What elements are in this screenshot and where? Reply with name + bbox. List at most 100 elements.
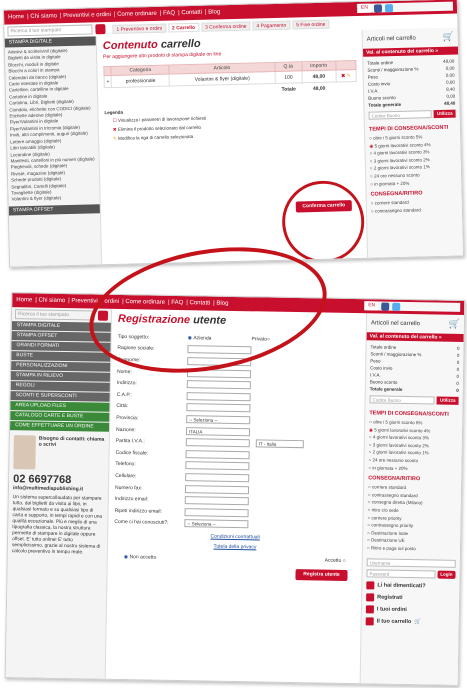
sidebar-item[interactable]: BUSTE [11, 351, 111, 362]
orders-link[interactable]: I tuoi ordini [377, 606, 407, 613]
step-2[interactable]: 2 Carrello [167, 22, 200, 33]
forgot-link[interactable]: Li hai dimenticati? [377, 582, 425, 589]
cart-icon[interactable]: 🛒 [442, 32, 453, 43]
text-field[interactable] [187, 357, 252, 367]
text-field[interactable] [187, 345, 252, 355]
field-label: Cellulare: [115, 472, 137, 480]
text-field[interactable] [184, 507, 249, 517]
search-button[interactable] [97, 310, 109, 321]
sidebar-item[interactable]: SCONTI E SUPERSCONTI [10, 391, 110, 402]
username-input[interactable]: Username [366, 557, 456, 568]
coupon-button[interactable]: Utilizza [436, 396, 459, 405]
text-field[interactable] [186, 368, 252, 378]
cart-summary: Articoli nel carrello 🛒 Val. al contenuto… [359, 313, 465, 685]
sidebar-item[interactable]: Volantini & flyer (digitale) [11, 195, 99, 204]
search-input[interactable]: Ricerca il tuo stampato [14, 309, 96, 321]
twitter-icon[interactable] [384, 3, 394, 12]
legend: Legenda ☐ Visualizza i parametri di lavo… [104, 103, 358, 141]
nav-home[interactable]: Home [16, 297, 32, 303]
nav-blog[interactable]: Blog [216, 301, 228, 307]
coupon-input[interactable]: Codice Buono [368, 110, 433, 120]
summary-value: 0 [456, 380, 459, 386]
step-1[interactable]: 1 Preventivo e ordini [112, 23, 167, 34]
nav-about[interactable]: Chi siamo [30, 13, 57, 20]
field-label: Nome: [116, 368, 132, 375]
cart-icon[interactable]: 🛒 [414, 619, 421, 625]
radio-accept[interactable]: ○ [343, 558, 346, 564]
sidebar-item[interactable]: STAMPA OFFSET [11, 331, 111, 342]
text-field[interactable] [186, 403, 251, 413]
sidebar-link[interactable]: COME EFFETTUARE UN ORDINE [9, 421, 110, 432]
summary-value: 0 [456, 352, 460, 358]
nav-blog[interactable]: Blog [208, 9, 220, 15]
coupon-input[interactable]: Codice Buono [369, 395, 436, 405]
lang-switch[interactable]: EN [357, 3, 372, 13]
radio-azienda[interactable]: ◉ [188, 335, 192, 341]
login-button[interactable]: Login [437, 570, 456, 579]
conditions-link[interactable]: Condizioni contrattuali [114, 532, 356, 542]
row-amount: 48,00 [301, 69, 336, 83]
twitter-icon[interactable] [392, 302, 401, 311]
text-field[interactable] [184, 484, 250, 494]
sidebar-header[interactable]: STAMPA DIGITALE [4, 36, 96, 48]
nav-faq[interactable]: FAQ [163, 10, 175, 16]
privacy-link[interactable]: Tutela della privacy [114, 542, 356, 552]
text-field[interactable] [186, 380, 251, 390]
summary-value: 0 [456, 366, 460, 372]
nav-howto[interactable]: Come ordinare [125, 299, 165, 306]
step-5[interactable]: 5 Fine ordine [292, 19, 330, 30]
facebook-icon[interactable] [373, 3, 383, 13]
delete-icon[interactable]: ✖ [341, 73, 345, 79]
summary-label: Sconti / maggiorazione % [367, 66, 419, 73]
text-field[interactable] [185, 438, 250, 448]
coupon-button[interactable]: Utilizza [433, 109, 456, 119]
select-field[interactable]: -- Seleziona -- [184, 519, 249, 529]
nav-quotes[interactable]: Preventivi e ordini [63, 12, 111, 19]
search-button[interactable] [95, 24, 106, 35]
sidebar-item[interactable]: STAMPA DIGITALE [11, 321, 111, 332]
text-field[interactable] [184, 496, 249, 506]
sidebar-item[interactable]: REGOLI [10, 381, 110, 392]
shipping-option[interactable]: contrassegno standard [367, 205, 462, 215]
facebook-icon[interactable] [381, 302, 390, 311]
text-field[interactable] [185, 461, 250, 471]
cart-summary: Articoli nel carrello 🛒 Val. al contenuto… [361, 27, 464, 258]
nav-home[interactable]: Home [8, 14, 24, 20]
search-input[interactable]: Ricerca il tuo stampato [7, 24, 93, 37]
legend-item: Visualizza i parametri di lavorazione ri… [117, 115, 207, 123]
step-4[interactable]: 4 Pagamento [252, 20, 291, 31]
radio-privato[interactable]: ○ [267, 336, 270, 342]
register-button[interactable]: Registra utente [295, 569, 348, 582]
lang-switch[interactable]: EN [365, 301, 379, 311]
edit-icon[interactable]: ✎ [347, 73, 351, 79]
registration-form: Registrazione utente Tipo soggetto: ◉ Az… [106, 309, 366, 683]
field-label: Indirizzo email: [114, 496, 149, 503]
nav-about[interactable]: Chi siamo [38, 298, 65, 304]
text-field[interactable] [185, 449, 250, 459]
step-3[interactable]: 3 Conferma ordine [200, 21, 251, 32]
nav-contacts[interactable]: Contatti [181, 10, 202, 17]
nav-faq[interactable]: FAQ [171, 300, 183, 306]
sidebar-footer[interactable]: STAMPA OFFSET [8, 204, 100, 216]
nation-select[interactable]: ITALIA [185, 426, 251, 436]
sidebar-link[interactable]: AREA UPLOAD FILES [10, 401, 110, 412]
password-input[interactable]: Password [366, 568, 436, 579]
confirm-cart-button[interactable]: Conferma carrello [295, 200, 352, 213]
nav-howto[interactable]: Come ordinare [117, 11, 157, 18]
register-link[interactable]: Registrati [377, 594, 402, 600]
sidebar-item[interactable]: STAMPA IN RILIEVO [10, 371, 111, 382]
summary-value: 48,40 [444, 100, 456, 106]
nav-quotes[interactable]: Preventivi e ordini [71, 298, 119, 305]
cart-link[interactable]: Il tuo carrello [377, 618, 412, 625]
sidebar-link[interactable]: CATALOGO CARTE E BUSTE [10, 411, 110, 422]
text-field[interactable] [186, 391, 251, 402]
select-field[interactable]: -- Seleziona -- [186, 415, 251, 425]
nav-contacts[interactable]: Contatti [189, 300, 210, 306]
vat-prefix-select[interactable]: IT - Italia [255, 439, 304, 449]
field-label: Come ci hai conosciuti?: [114, 519, 169, 527]
radio-not-accept[interactable]: ◉ [124, 554, 128, 560]
sidebar-item[interactable]: PERSONALIZZAZIONI [11, 361, 111, 372]
text-field[interactable] [185, 473, 250, 483]
cart-icon[interactable]: 🛒 [449, 319, 460, 330]
sidebar-item[interactable]: GRANDI FORMATI [11, 341, 111, 352]
